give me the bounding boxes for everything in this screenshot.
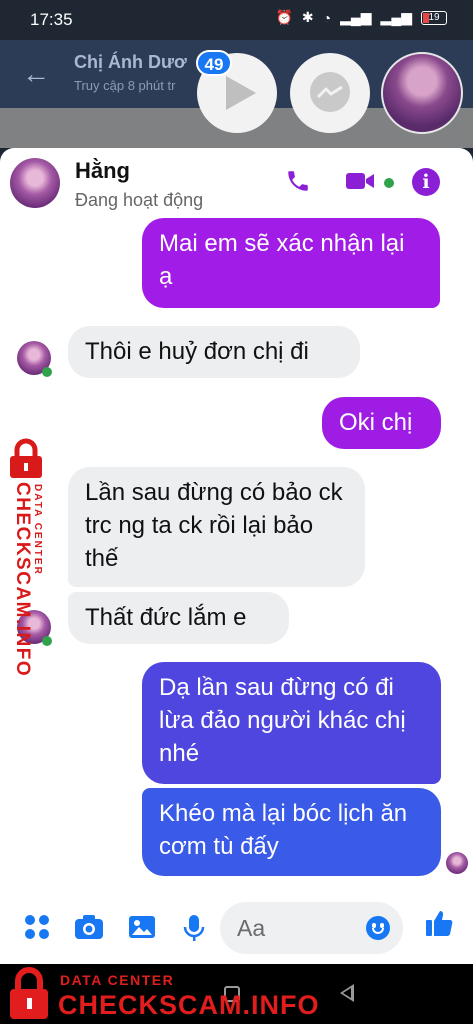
emoji-icon[interactable]: [366, 916, 390, 940]
watermark-subtitle: DATA CENTER: [32, 484, 43, 576]
watermark-bottom: DATA CENTER CHECKSCAM.INFO: [0, 964, 319, 1024]
background-chat-name: Chị Ánh Dươ: [74, 52, 187, 72]
watermark-title: CHECKSCAM.INFO: [12, 482, 33, 678]
phone-icon[interactable]: [285, 168, 311, 194]
message-input[interactable]: Aa: [220, 902, 403, 954]
camera-icon[interactable]: [74, 914, 104, 940]
video-call-icon[interactable]: [345, 168, 377, 194]
composer: Aa: [0, 894, 473, 964]
gallery-icon[interactable]: [128, 914, 156, 940]
watermark-title: CHECKSCAM.INFO: [58, 990, 320, 1020]
status-bar: 17:35 ⏰ ✱ ◔ ▂▄▆ ▂▄▆ 19: [0, 0, 473, 40]
messenger-bolt-icon: [317, 86, 343, 98]
video-online-dot: [384, 178, 394, 188]
contact-avatar[interactable]: [10, 158, 60, 208]
arrow-left-icon[interactable]: ←: [22, 58, 50, 90]
alarm-icon: ⏰: [275, 9, 293, 25]
message-input-placeholder: Aa: [237, 915, 266, 941]
online-dot: [42, 367, 52, 377]
message-bubble-incoming[interactable]: Thất đức lắm e: [68, 592, 289, 644]
lock-icon: [10, 967, 48, 1019]
signal-icon-2: ▂▄▆: [380, 9, 412, 25]
info-icon[interactable]: i: [412, 168, 440, 196]
apps-icon[interactable]: [24, 914, 50, 940]
status-time: 17:35: [30, 10, 73, 29]
signal-icon: ▂▄▆: [340, 9, 372, 25]
chat-panel: Hằng Đang hoạt động i Mai em sẽ xác nhận…: [0, 148, 473, 964]
microphone-icon[interactable]: [183, 914, 205, 942]
back-triangle-icon[interactable]: [340, 984, 354, 1002]
messenger-chat-head[interactable]: [290, 53, 370, 133]
contact-status: Đang hoạt động: [75, 190, 204, 210]
chat-header: Hằng Đang hoạt động i: [0, 148, 473, 220]
contact-name[interactable]: Hằng: [75, 158, 130, 184]
lock-icon: [10, 438, 42, 478]
watermark-subtitle: DATA CENTER: [60, 972, 175, 988]
watermark-vertical: CHECKSCAM.INFO DATA CENTER: [2, 436, 50, 677]
seen-avatar: [446, 852, 468, 874]
message-bubble-outgoing[interactable]: Khéo mà lại bóc lịch ăn cơm tù đấy: [142, 788, 441, 876]
status-icons: ⏰ ✱ ◔ ▂▄▆ ▂▄▆ 19: [275, 9, 447, 26]
message-bubble-outgoing[interactable]: Dạ lần sau đừng có đi lừa đảo người khác…: [142, 662, 441, 784]
contact-chat-head[interactable]: [381, 52, 463, 134]
message-bubble-outgoing[interactable]: Oki chị: [322, 397, 441, 449]
battery-icon: 19: [421, 10, 447, 25]
wifi-icon: ◔: [322, 9, 332, 26]
background-chat-subtitle: Truy cập 8 phút tr: [74, 78, 176, 93]
bluetooth-icon: ✱: [301, 9, 314, 25]
play-icon: [226, 76, 256, 110]
message-bubble-outgoing[interactable]: Mai em sẽ xác nhận lại ạ: [142, 218, 440, 308]
unread-badge: 49: [196, 50, 232, 76]
like-icon[interactable]: [424, 908, 454, 938]
message-bubble-incoming[interactable]: Thôi e huỷ đơn chị đi: [68, 326, 360, 378]
message-bubble-incoming[interactable]: Lần sau đừng có bảo ck trc ng ta ck rồi …: [68, 467, 365, 587]
